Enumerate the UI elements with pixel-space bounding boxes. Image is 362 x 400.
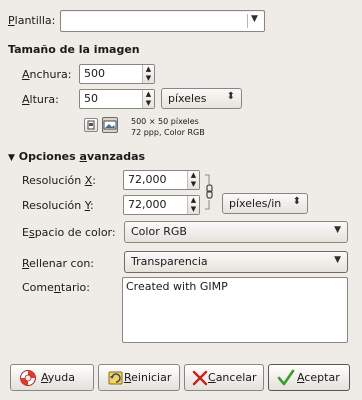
lifebuoy-icon [20,370,36,386]
spin-down-icon[interactable]: ▼ [143,99,154,108]
comment-label: Comentario: [22,281,90,294]
width-spinner[interactable]: 500 ▲ ▼ [79,64,155,84]
up-down-arrows-icon: ⬍ [292,196,301,207]
image-info: 500 × 50 píxeles 72 ppp, Color RGB [131,116,205,138]
comment-textarea[interactable]: Created with GIMP [122,277,348,343]
size-unit-combo[interactable]: píxeles ⬍ [161,88,242,109]
chain-link-button[interactable] [203,172,217,212]
help-button[interactable]: Ayuda [10,364,94,391]
y-resolution-value: 72,000 [128,198,167,211]
x-resolution-value: 72,000 [128,173,167,186]
spin-down-icon[interactable]: ▼ [143,74,154,83]
ok-button[interactable]: Aceptar [268,364,350,391]
x-resolution-spinner[interactable]: 72,000 ▲ ▼ [123,170,200,190]
comment-value: Created with GIMP [126,280,228,293]
combo-separator [247,14,248,28]
ok-check-icon [277,369,295,386]
fill-value: Transparencia [131,255,208,268]
advanced-options-expander[interactable]: ▼ Opciones avanzadas [8,150,145,165]
x-resolution-label: Resolución X: [22,174,96,187]
image-info-resolution: 72 ppp, Color RGB [131,128,205,137]
fill-combo[interactable]: Transparencia ▼ [124,251,348,273]
up-down-arrows-icon: ⬍ [226,91,235,102]
chevron-down-icon: ▼ [334,225,341,235]
height-value: 50 [84,92,98,105]
cancel-x-icon [192,370,208,386]
portrait-button[interactable] [84,118,98,132]
resolution-unit-combo[interactable]: píxeles/in ⬍ [222,193,308,214]
template-label: Plantilla: [8,14,56,27]
spin-down-icon[interactable]: ▼ [188,180,199,189]
y-resolution-label: Resolución Y: [22,199,94,212]
spin-up-icon[interactable]: ▲ [188,196,199,205]
chevron-down-icon: ▼ [334,255,341,265]
colorspace-label: Espacio de color: [22,226,116,239]
height-label: Altura: [22,93,59,106]
image-new-dialog: { "template": { "label": "Plantilla:", "… [0,0,362,400]
colorspace-combo[interactable]: Color RGB ▼ [124,221,348,243]
resolution-unit-value: píxeles/in [229,197,282,210]
fill-label: Rellenar con: [22,257,94,270]
height-spinner[interactable]: 50 ▲ ▼ [79,89,155,109]
width-value: 500 [84,67,105,80]
spin-down-icon[interactable]: ▼ [188,205,199,214]
chevron-down-icon: ▼ [251,14,258,24]
width-spin-buttons[interactable]: ▲ ▼ [142,65,154,83]
portrait-icon [87,120,95,130]
image-info-size: 500 × 50 píxeles [131,117,199,126]
reset-button[interactable]: Reiniciar [98,364,180,391]
landscape-icon [103,120,117,130]
width-label: Anchura: [22,68,72,81]
spin-up-icon[interactable]: ▲ [143,65,154,74]
height-spin-buttons[interactable]: ▲ ▼ [142,90,154,108]
cancel-button[interactable]: Cancelar [184,364,264,391]
expander-arrow-icon: ▼ [8,153,15,163]
x-resolution-spin-buttons[interactable]: ▲ ▼ [187,171,199,189]
colorspace-value: Color RGB [131,225,187,238]
template-combo[interactable]: ▼ [60,10,265,32]
size-unit-value: píxeles [168,92,207,105]
chain-link-icon [205,174,213,210]
image-size-heading: Tamaño de la imagen [8,43,140,56]
reset-icon [108,371,123,385]
landscape-button[interactable] [102,117,118,133]
spin-up-icon[interactable]: ▲ [143,90,154,99]
y-resolution-spin-buttons[interactable]: ▲ ▼ [187,196,199,214]
y-resolution-spinner[interactable]: 72,000 ▲ ▼ [123,195,200,215]
spin-up-icon[interactable]: ▲ [188,171,199,180]
